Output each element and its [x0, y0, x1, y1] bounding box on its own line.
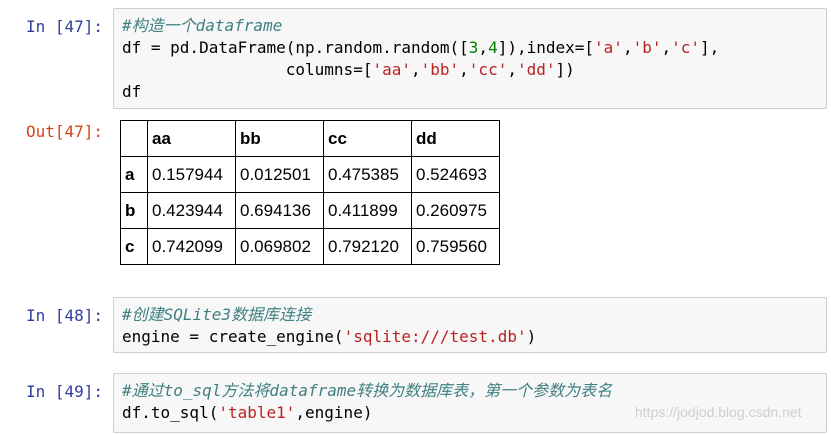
cell-47-prompt: In [47]:	[26, 17, 104, 36]
code-line: df	[122, 81, 719, 103]
code-token: ,	[507, 60, 517, 79]
cell-48-code[interactable]: #创建SQLite3数据库连接 engine = create_engine('s…	[122, 304, 536, 348]
table-cell: 0.157944	[147, 156, 236, 193]
table-header-row: aa bb cc dd	[120, 120, 500, 157]
cell-48-prompt: In [48]:	[26, 306, 104, 325]
code-token: ])	[555, 60, 575, 79]
code-token: df = pd.DataFrame(np.random.random([	[122, 38, 469, 57]
table-cell: 0.759560	[411, 228, 500, 265]
cell-49-prompt: In [49]:	[26, 382, 104, 401]
table-cell: 0.012501	[235, 156, 324, 193]
code-string: 'sqlite:///test.db'	[343, 327, 527, 346]
code-comment: #通过to_sql方法将dataframe转换为数据库表，第一个参数为表名	[122, 381, 613, 400]
code-token: ,	[622, 38, 633, 57]
table-cell: 0.524693	[411, 156, 500, 193]
code-string: 'dd'	[516, 60, 556, 79]
code-token: ],	[700, 38, 720, 57]
code-line: df.to_sql('table1',engine)	[122, 402, 612, 424]
dataframe-output-table: aa bb cc dd a 0.157944 0.012501 0.475385…	[120, 120, 500, 265]
code-number: 4	[488, 38, 498, 57]
code-string: 'b'	[632, 38, 662, 57]
code-comment: #构造一个dataframe	[122, 16, 283, 35]
code-token: ]),index=[	[497, 38, 595, 57]
table-cell: 0.742099	[147, 228, 236, 265]
code-token: ,	[459, 60, 469, 79]
code-string: 'bb'	[420, 60, 460, 79]
code-comment: #创建SQLite3数据库连接	[122, 305, 312, 324]
code-token: ,engine)	[295, 403, 373, 422]
table-cell: 0.423944	[147, 192, 236, 229]
code-string: 'cc'	[468, 60, 508, 79]
code-line: engine = create_engine('sqlite:///test.d…	[122, 326, 536, 348]
cell-47-output-prompt: Out[47]:	[26, 122, 104, 141]
table-cell: 0.260975	[411, 192, 500, 229]
table-row: b 0.423944 0.694136 0.411899 0.260975	[120, 192, 500, 229]
code-token: columns=[	[122, 60, 373, 79]
table-cell: 0.069802	[235, 228, 324, 265]
table-cell: 0.411899	[323, 192, 412, 229]
table-header-dd: dd	[411, 120, 500, 157]
code-token: ,	[410, 60, 421, 79]
table-row: c 0.742099 0.069802 0.792120 0.759560	[120, 228, 500, 265]
table-cell: 0.792120	[323, 228, 412, 265]
code-token: engine = create_engine(	[122, 327, 344, 346]
cell-47-code[interactable]: #构造一个dataframe df = pd.DataFrame(np.rando…	[122, 15, 719, 103]
table-header-index	[120, 120, 148, 157]
row-index-label: a	[120, 156, 148, 193]
code-line: #构造一个dataframe	[122, 15, 719, 37]
table-header-cc: cc	[323, 120, 412, 157]
row-index-label: c	[120, 228, 148, 265]
table-cell: 0.694136	[235, 192, 324, 229]
code-token: ,	[661, 38, 672, 57]
code-number: 3	[468, 38, 479, 57]
code-line: #通过to_sql方法将dataframe转换为数据库表，第一个参数为表名	[122, 380, 612, 402]
watermark-text: https://jodjod.blog.csdn.net	[635, 404, 802, 420]
table-header-aa: aa	[147, 120, 236, 157]
row-index-label: b	[120, 192, 148, 229]
code-token: )	[526, 327, 537, 346]
code-string: 'a'	[594, 38, 623, 57]
code-string: 'c'	[671, 38, 701, 57]
code-string: 'table1'	[218, 403, 296, 422]
table-header-bb: bb	[235, 120, 324, 157]
code-line: df = pd.DataFrame(np.random.random([3,4]…	[122, 37, 719, 59]
table-row: a 0.157944 0.012501 0.475385 0.524693	[120, 156, 500, 193]
code-line: columns=['aa','bb','cc','dd'])	[122, 59, 719, 81]
code-string: 'aa'	[372, 60, 411, 79]
table-cell: 0.475385	[323, 156, 412, 193]
code-line: #创建SQLite3数据库连接	[122, 304, 536, 326]
code-token: df.to_sql(	[122, 403, 219, 422]
cell-49-code[interactable]: #通过to_sql方法将dataframe转换为数据库表，第一个参数为表名 df.…	[122, 380, 612, 424]
code-token: df	[122, 82, 142, 101]
code-token: ,	[478, 38, 489, 57]
